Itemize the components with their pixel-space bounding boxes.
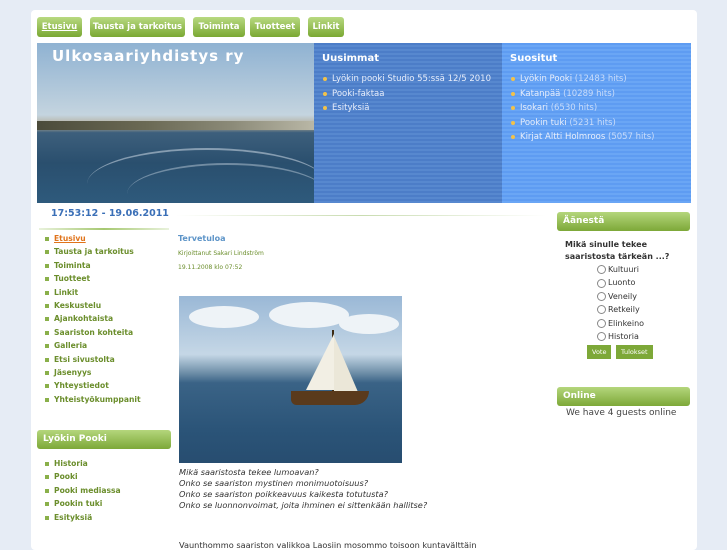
menu-item-linkit[interactable]: Linkit: [45, 286, 141, 299]
poem-line: Onko se saariston mystinen monimuotoisuu…: [179, 478, 369, 488]
radio-button[interactable]: [597, 332, 606, 342]
menu-item-galleria[interactable]: Galleria: [45, 339, 141, 352]
poll-option-label: Luonto: [608, 278, 636, 288]
pooki-menu-header: Lyökin Pooki: [37, 430, 171, 449]
island-silhouette: [37, 121, 314, 130]
poll-option-label: Historia: [608, 332, 639, 342]
online-header: Online: [557, 387, 690, 406]
pooki-menu-item[interactable]: Historia: [45, 457, 121, 470]
article-date: 19.11.2008 klo 07:52: [178, 264, 243, 271]
online-status: We have 4 guests online: [566, 408, 677, 418]
article-title: Tervetuloa: [178, 234, 226, 243]
poem-line: Onko se luonnonvoimat, joita ihminen ei …: [179, 500, 428, 510]
tab-tuotteet[interactable]: Tuotteet: [250, 17, 300, 37]
sailboat-photo: [179, 296, 402, 463]
latest-panel: Uusimmat Lyökin pooki Studio 55:ssä 12/5…: [314, 43, 502, 203]
latest-item[interactable]: Lyökin pooki Studio 55:ssä 12/5 2010: [323, 72, 502, 87]
boat-sail: [306, 334, 334, 390]
poll-header: Äänestä: [557, 212, 690, 231]
popular-item[interactable]: Kirjat Altti Holmroos (5057 hits): [511, 130, 690, 145]
vote-button[interactable]: Vote: [587, 345, 612, 359]
tab-tausta[interactable]: Tausta ja tarkoitus: [90, 17, 185, 37]
latest-item[interactable]: Esityksiä: [323, 101, 502, 116]
popular-panel: Suositut Lyökin Pooki (12483 hits) Katan…: [502, 43, 691, 203]
popular-item[interactable]: Isokari (6530 hits): [511, 101, 690, 116]
poll-question: Mikä sinulle tekee saaristosta tärkeän .…: [565, 240, 670, 261]
popular-item-label[interactable]: Lyökin Pooki: [520, 74, 572, 84]
hit-count: (10289 hits): [563, 88, 615, 99]
latest-title: Uusimmat: [322, 53, 379, 64]
tab-toiminta[interactable]: Toiminta: [193, 17, 245, 37]
popular-item[interactable]: Lyökin Pooki (12483 hits): [511, 72, 690, 87]
poll-option[interactable]: Historia: [597, 330, 644, 343]
poll-option-label: Veneily: [608, 291, 637, 301]
article-poem: Mikä saaristosta tekee lumoavan? Onko se…: [179, 467, 427, 511]
popular-item[interactable]: Katanpää (10289 hits): [511, 87, 690, 102]
radio-button[interactable]: [597, 305, 606, 315]
menu-item-tuotteet[interactable]: Tuotteet: [45, 272, 141, 285]
menu-item-tausta[interactable]: Tausta ja tarkoitus: [45, 245, 141, 258]
divider: [176, 215, 546, 216]
popular-item[interactable]: Pookin tuki (5231 hits): [511, 116, 690, 131]
poll-option-label: Retkeily: [608, 305, 640, 315]
radio-button[interactable]: [597, 318, 606, 328]
poll-option-label: Kultuuri: [608, 265, 639, 274]
site-title[interactable]: Ulkosaariyhdistys ry: [52, 47, 244, 65]
radio-button[interactable]: [597, 265, 606, 275]
divider: [39, 228, 169, 230]
pooki-menu-item[interactable]: Esityksiä: [45, 511, 121, 524]
poll-option[interactable]: Veneily: [597, 290, 644, 303]
latest-list: Lyökin pooki Studio 55:ssä 12/5 2010 Poo…: [322, 72, 502, 116]
menu-item-saariston-kohteita[interactable]: Saariston kohteita: [45, 326, 141, 339]
cloud: [269, 302, 349, 328]
poem-line: Onko se saariston poikkeavuus kaikesta t…: [179, 489, 388, 499]
pooki-menu-item[interactable]: Pookin tuki: [45, 497, 121, 510]
pooki-menu-item[interactable]: Pooki mediassa: [45, 484, 121, 497]
pooki-menu-item[interactable]: Pooki: [45, 470, 121, 483]
article-body-text: Vaunthommo saariston valikkoa Laosiin mo…: [179, 540, 477, 550]
menu-item-etusivu[interactable]: Etusivu: [45, 232, 141, 245]
menu-item-jasenyys[interactable]: Jäsenyys: [45, 366, 141, 379]
poll-option[interactable]: Elinkeino: [597, 317, 644, 330]
boat-hull: [291, 391, 369, 405]
hit-count: (5231 hits): [569, 117, 616, 128]
menu-item-toiminta[interactable]: Toiminta: [45, 259, 141, 272]
radio-button[interactable]: [597, 278, 606, 288]
menu-item-yhteistyokumppanit[interactable]: Yhteistyökumppanit: [45, 393, 141, 406]
tab-linkit[interactable]: Linkit: [308, 17, 344, 37]
article-author: Kirjoittanut Sakari Lindström: [178, 250, 264, 257]
latest-item[interactable]: Pooki-faktaa: [323, 87, 502, 102]
menu-item-keskustelu[interactable]: Keskustelu: [45, 299, 141, 312]
page-container: Etusivu Tausta ja tarkoitus Toiminta Tuo…: [31, 10, 697, 550]
hit-count: (6530 hits): [550, 103, 598, 114]
menu-item-ajankohtaista[interactable]: Ajankohtaista: [45, 312, 141, 325]
poll-options: Kultuuri Luonto Veneily Retkeily Elinkei…: [597, 263, 644, 343]
poll-option[interactable]: Luonto: [597, 276, 644, 289]
popular-item-label[interactable]: Kirjat Altti Holmroos: [520, 132, 605, 142]
tab-etusivu[interactable]: Etusivu: [37, 17, 82, 37]
results-button[interactable]: Tulokset: [616, 345, 653, 359]
header-banner: Ulkosaariyhdistys ry Uusimmat Lyökin poo…: [37, 43, 691, 203]
popular-list: Lyökin Pooki (12483 hits) Katanpää (1028…: [510, 72, 690, 145]
cloud: [339, 314, 399, 334]
popular-item-label[interactable]: Pookin tuki: [520, 118, 567, 128]
poem-line: Mikä saaristosta tekee lumoavan?: [179, 467, 319, 477]
poll-option[interactable]: Retkeily: [597, 303, 644, 316]
menu-item-etsi[interactable]: Etsi sivustolta: [45, 353, 141, 366]
cloud: [189, 306, 259, 328]
popular-item-label[interactable]: Isokari: [520, 103, 548, 113]
sea-photo: Ulkosaariyhdistys ry: [37, 43, 314, 203]
main-menu: Etusivu Tausta ja tarkoitus Toiminta Tuo…: [45, 232, 141, 406]
pooki-menu: Historia Pooki Pooki mediassa Pookin tuk…: [45, 457, 121, 524]
clock-display: 17:53:12 - 19.06.2011: [51, 208, 169, 219]
boat-sail: [334, 336, 358, 392]
menu-item-yhteystiedot[interactable]: Yhteystiedot: [45, 379, 141, 392]
hit-count: (12483 hits): [574, 74, 627, 84]
poll-option-label: Elinkeino: [608, 318, 645, 328]
poll-option[interactable]: Kultuuri: [597, 263, 644, 276]
hit-count: (5057 hits): [608, 132, 655, 143]
radio-button[interactable]: [597, 292, 606, 302]
popular-item-label[interactable]: Katanpää: [520, 89, 560, 99]
popular-title: Suositut: [510, 53, 558, 64]
